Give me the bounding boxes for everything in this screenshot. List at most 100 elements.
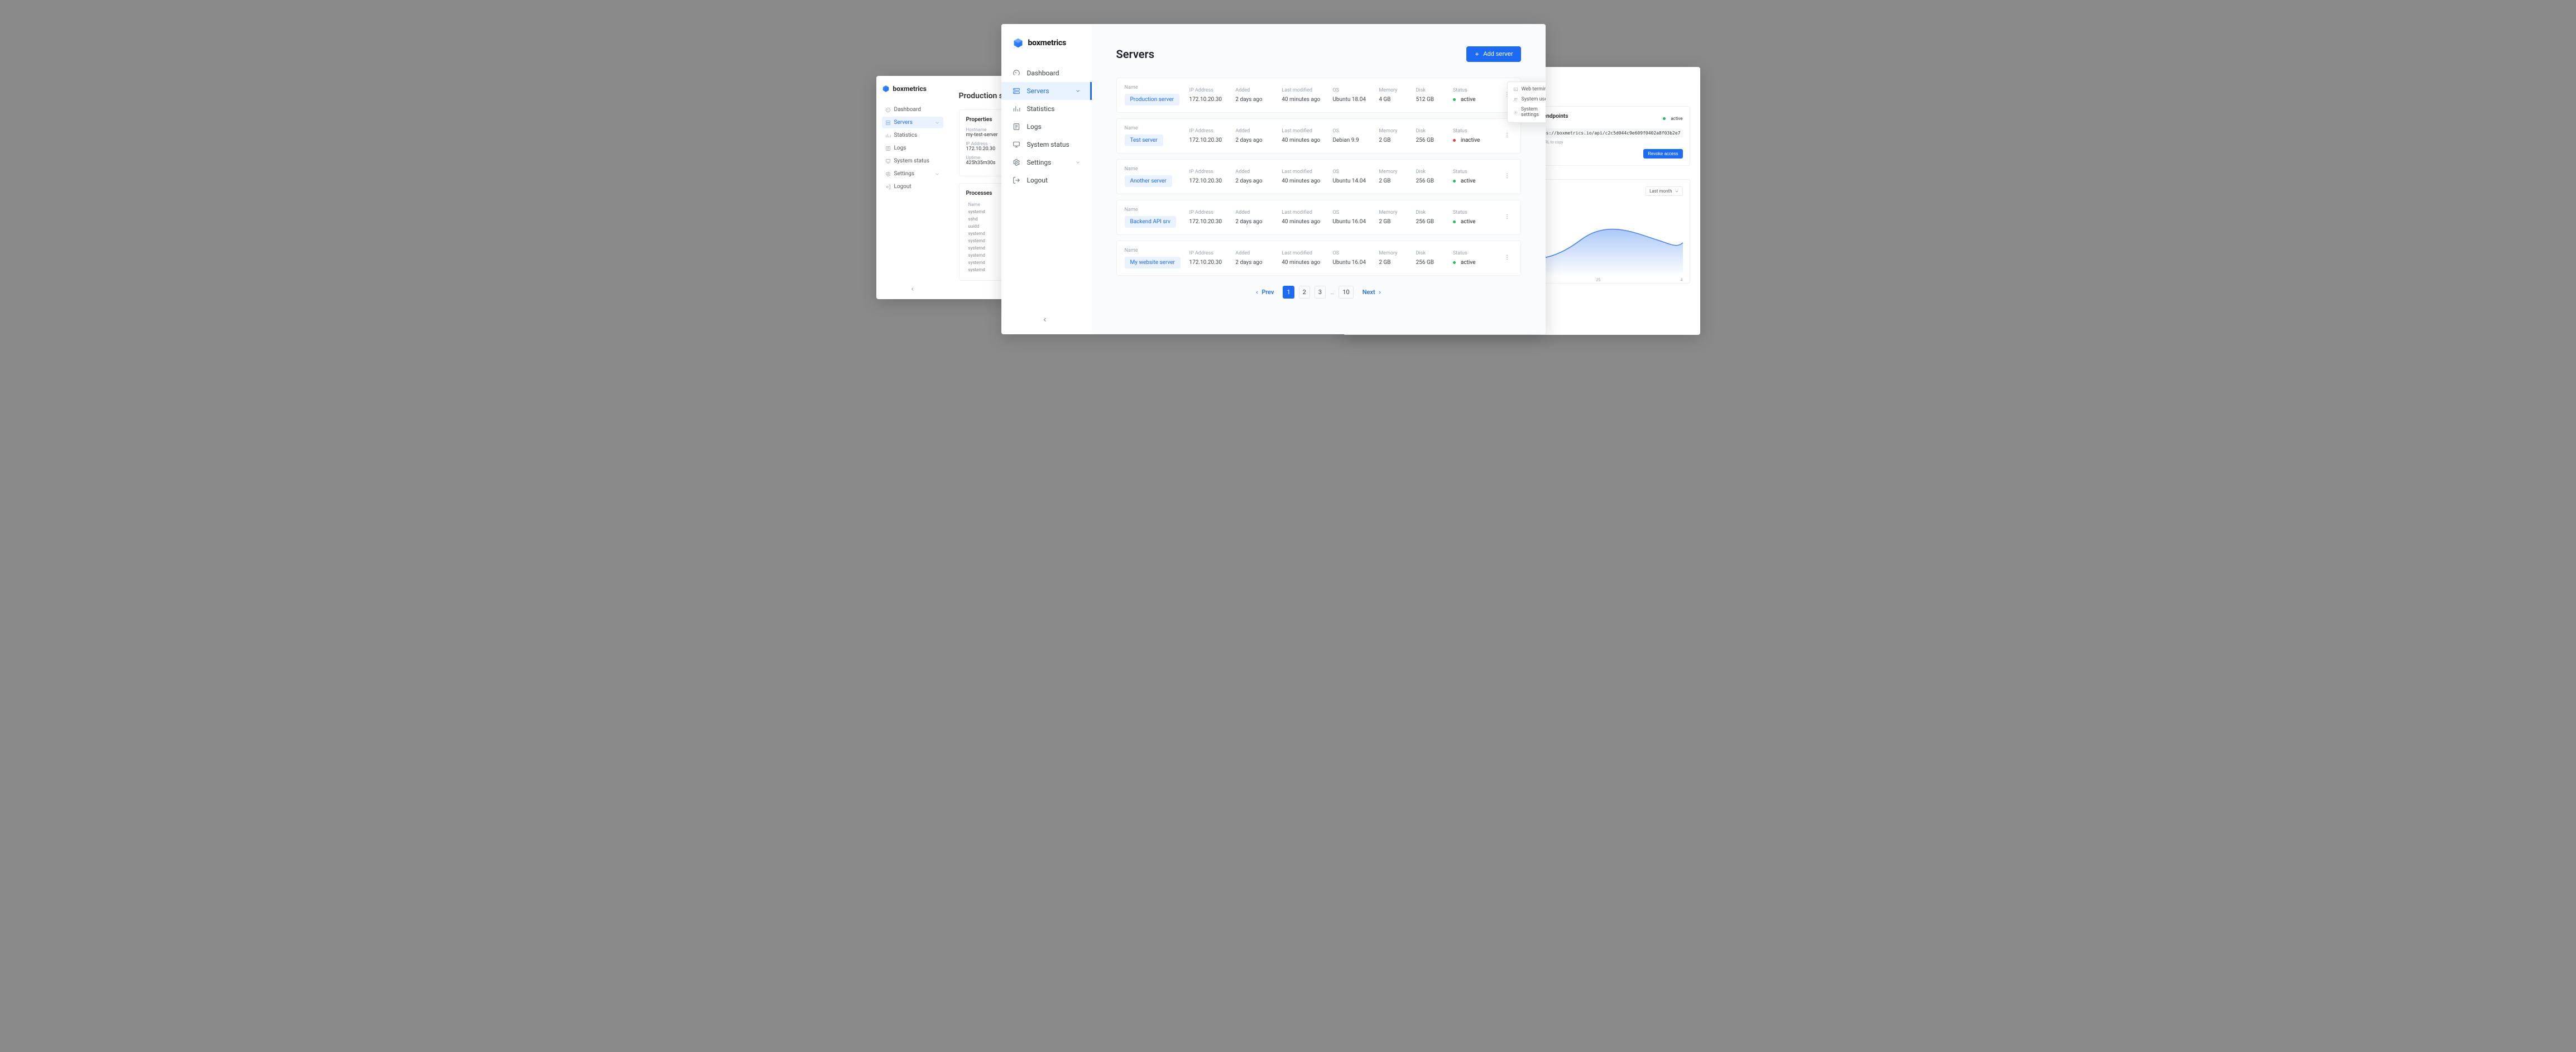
pager-ellipsis: … — [1330, 289, 1334, 296]
sidebar-item-settings[interactable]: Settings — [1001, 153, 1092, 171]
logout-icon — [1013, 176, 1020, 184]
server-disk: 512 GB — [1416, 97, 1453, 103]
api-url[interactable]: https://boxmetrics.io/api/c2c5d044c9e609… — [1533, 128, 1682, 138]
sidebar-item-settings[interactable]: Settings — [882, 168, 943, 180]
context-menu-item[interactable]: System settings — [1508, 104, 1546, 120]
chevron-left-icon — [1255, 290, 1259, 295]
server-modified: 40 minutes ago — [1282, 178, 1332, 184]
server-link[interactable]: Test server — [1125, 134, 1163, 146]
server-os: Debian 9.9 — [1332, 137, 1379, 143]
pager-page[interactable]: 1 — [1283, 286, 1294, 299]
server-os: Ubuntu 16.04 — [1332, 219, 1379, 225]
server-row: NameProduction server IP Address172.10.2… — [1116, 78, 1521, 113]
sidebar-item-logout[interactable]: Logout — [882, 181, 943, 193]
server-status: active — [1453, 219, 1495, 225]
row-actions-button[interactable] — [1502, 252, 1513, 265]
server-modified: 40 minutes ago — [1282, 260, 1332, 266]
collapse-sidebar-button[interactable] — [910, 286, 915, 294]
chevron-down-icon — [1075, 160, 1081, 165]
sidebar-item-system-status[interactable]: System status — [882, 155, 943, 167]
server-memory: 4 GB — [1379, 97, 1416, 103]
sidebar-item-label: Settings — [1027, 158, 1052, 166]
server-added: 2 days ago — [1235, 219, 1282, 225]
server-row: NameMy website server IP Address172.10.2… — [1116, 241, 1521, 276]
pager-prev[interactable]: Prev — [1250, 286, 1278, 298]
server-added: 2 days ago — [1235, 260, 1282, 266]
server-disk: 256 GB — [1416, 219, 1453, 225]
server-memory: 2 GB — [1379, 260, 1416, 266]
server-memory: 2 GB — [1379, 219, 1416, 225]
sidebar-item-servers[interactable]: Servers — [1001, 82, 1092, 100]
row-context-menu: Web terminalSystem usersSystem settings — [1507, 81, 1546, 123]
sidebar-item-logs[interactable]: Logs — [882, 142, 943, 154]
revoke-access-button[interactable]: Revoke access — [1643, 149, 1682, 158]
server-link[interactable]: My website server — [1125, 257, 1181, 268]
server-link[interactable]: Production server — [1125, 94, 1180, 105]
server-modified: 40 minutes ago — [1282, 97, 1332, 103]
server-added: 2 days ago — [1235, 137, 1282, 143]
pager-page[interactable]: 10 — [1339, 286, 1353, 299]
sidebar-item-statistics[interactable]: Statistics — [882, 129, 943, 141]
server-link[interactable]: Another server — [1125, 175, 1172, 187]
server-memory: 2 GB — [1379, 137, 1416, 143]
sidebar-item-logout[interactable]: Logout — [1001, 171, 1092, 189]
chevron-down-icon — [1675, 189, 1679, 194]
sidebar-item-label: System status — [1027, 141, 1069, 148]
context-menu-item[interactable]: Web terminal — [1508, 84, 1546, 94]
server-link[interactable]: Backend API srv — [1125, 216, 1176, 228]
add-server-button[interactable]: Add server — [1466, 46, 1520, 62]
server-added: 2 days ago — [1235, 97, 1282, 103]
server-row: NameTest server IP Address172.10.20.30 A… — [1116, 118, 1521, 153]
monitor-icon — [1013, 141, 1020, 148]
api-hint: Click URL to copy — [1533, 140, 1682, 145]
server-ip: 172.10.20.30 — [1189, 219, 1236, 225]
chart-range-select[interactable]: Last month — [1646, 186, 1682, 196]
sidebar-item-servers[interactable]: Servers — [882, 117, 943, 128]
server-modified: 40 minutes ago — [1282, 137, 1332, 143]
server-status: active — [1453, 260, 1495, 266]
row-actions-button[interactable] — [1502, 211, 1513, 224]
server-status: active — [1453, 97, 1495, 103]
sidebar-item-label: Logout — [1027, 176, 1048, 184]
server-disk: 256 GB — [1416, 137, 1453, 143]
server-disk: 256 GB — [1416, 178, 1453, 184]
main-window-servers: boxmetrics Dashboard Servers Statistics — [1001, 24, 1546, 334]
server-row: NameAnother server IP Address172.10.20.3… — [1116, 159, 1521, 194]
sidebar-item-statistics[interactable]: Statistics — [1001, 100, 1092, 118]
sidebar-item-dashboard[interactable]: Dashboard — [1001, 64, 1092, 82]
context-menu-item[interactable]: System users — [1508, 94, 1546, 104]
chart-icon — [1013, 105, 1020, 113]
brand-text: boxmetrics — [1028, 39, 1067, 47]
server-added: 2 days ago — [1235, 178, 1282, 184]
sidebar-item-label: Logs — [1027, 123, 1042, 131]
server-ip: 172.10.20.30 — [1189, 137, 1236, 143]
pagination: Prev 1 2 3 … 10 Next — [1116, 286, 1521, 299]
server-row: NameBackend API srv IP Address172.10.20.… — [1116, 200, 1521, 235]
server-ip: 172.10.20.30 — [1189, 97, 1236, 103]
server-status: active — [1453, 178, 1495, 184]
plus-icon — [1474, 51, 1480, 57]
row-actions-button[interactable] — [1502, 129, 1513, 142]
server-memory: 2 GB — [1379, 178, 1416, 184]
sidebar-item-dashboard[interactable]: Dashboard — [882, 104, 943, 116]
row-actions-button[interactable] — [1502, 170, 1513, 183]
gear-icon — [1013, 158, 1020, 166]
sidebar-item-system-status[interactable]: System status — [1001, 136, 1092, 153]
sidebar-item-label: Dashboard — [1027, 69, 1059, 77]
pager-page[interactable]: 2 — [1299, 286, 1310, 299]
chevron-down-icon — [1075, 88, 1081, 94]
collapse-sidebar-button[interactable] — [1042, 316, 1048, 325]
pager-page[interactable]: 3 — [1315, 286, 1326, 299]
sidebar-item-logs[interactable]: Logs — [1001, 118, 1092, 136]
pager-next[interactable]: Next — [1358, 286, 1387, 298]
server-ip: 172.10.20.30 — [1189, 260, 1236, 266]
server-status: inactive — [1453, 137, 1495, 143]
sidebar-item-label: Servers — [1027, 87, 1049, 95]
logo: boxmetrics — [882, 85, 943, 93]
server-os: Ubuntu 16.04 — [1332, 260, 1379, 266]
chevron-right-icon — [1378, 290, 1382, 295]
server-ip: 172.10.20.30 — [1189, 178, 1236, 184]
chevron-left-icon — [1042, 316, 1048, 323]
api-status: active — [1663, 116, 1682, 121]
page-title: Servers — [1116, 47, 1154, 61]
